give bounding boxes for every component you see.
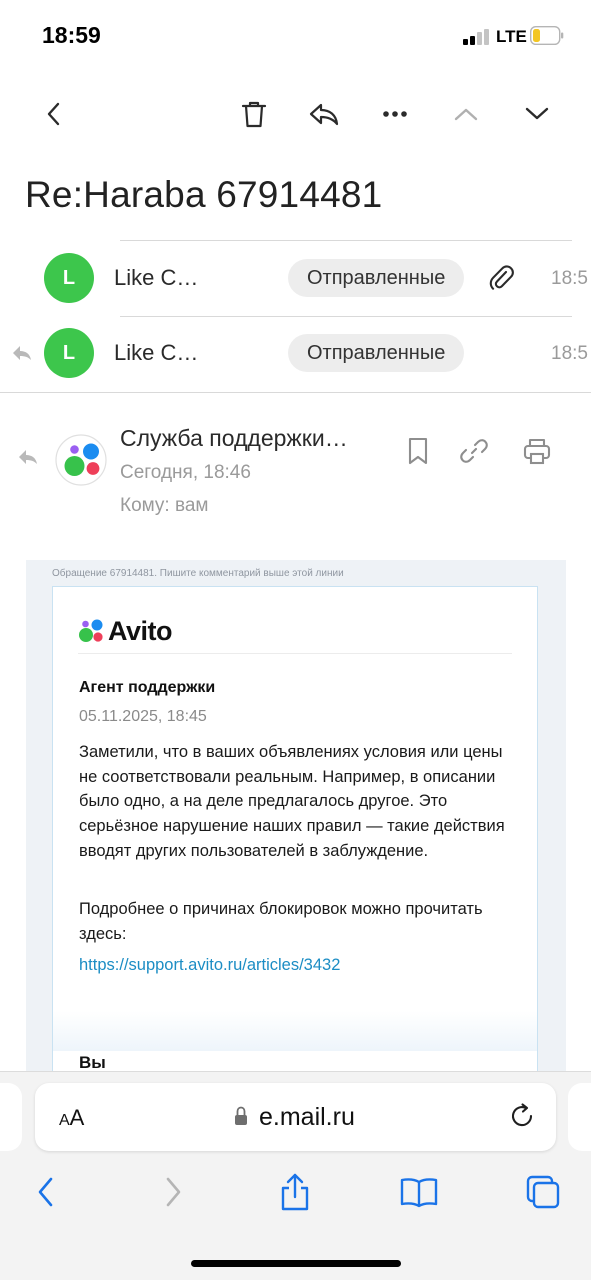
divider [0, 392, 591, 393]
message-paragraph: Заметили, что в ваших объявлениях услови… [79, 743, 505, 860]
chevron-down-icon [525, 107, 549, 120]
folder-badge: Отправленные [288, 334, 465, 372]
link-icon [460, 439, 488, 463]
folder-badge: Отправленные [288, 259, 465, 297]
message-sender[interactable]: Служба поддержки… [120, 425, 348, 452]
network-type: LTE [496, 27, 527, 46]
next-tab-preview[interactable] [568, 1083, 591, 1151]
text-size-button[interactable]: AA [59, 1105, 84, 1131]
email-subject: Re:Haraba 67914481 [25, 174, 383, 215]
agent-message-date: 05.11.2025, 18:45 [79, 708, 207, 725]
battery-icon [530, 26, 564, 45]
print-button[interactable] [521, 435, 553, 467]
chevron-left-icon [47, 102, 60, 126]
delete-button[interactable] [234, 94, 274, 134]
browser-forward-button[interactable] [151, 1170, 195, 1214]
reply-button[interactable] [304, 94, 344, 134]
reply-icon [309, 103, 339, 126]
reload-icon[interactable] [507, 1101, 537, 1131]
next-author-label: Вы [79, 1053, 106, 1072]
thread-item-2[interactable]: L Like C… Отправленные 18:5 [0, 317, 591, 392]
bookmarks-button[interactable] [397, 1170, 441, 1214]
divider [78, 653, 512, 654]
support-message-card: Avito Агент поддержки 05.11.2025, 18:45 … [52, 586, 538, 1080]
thread-time: 18:5 [551, 343, 588, 364]
message-date: Сегодня, 18:46 [120, 462, 251, 483]
message-paragraph: Подробнее о причинах блокировок можно пр… [79, 900, 483, 943]
forward-icon [166, 1177, 181, 1207]
avatar: L [44, 328, 94, 378]
replied-icon [19, 450, 37, 464]
back-icon [38, 1177, 53, 1207]
share-button[interactable] [273, 1170, 317, 1214]
message-body: Обращение 67914481. Пишите комментарий в… [26, 560, 566, 1080]
bookmark-icon [408, 437, 428, 465]
reply-line-hint: Обращение 67914481. Пишите комментарий в… [52, 568, 344, 579]
copy-link-button[interactable] [458, 435, 490, 467]
cellular-signal-icon [463, 29, 489, 45]
sender-avatar [55, 434, 107, 486]
back-button[interactable] [34, 94, 74, 134]
more-dots-icon [383, 111, 407, 117]
paperclip-icon [489, 265, 514, 290]
home-indicator [191, 1260, 401, 1267]
message-recipient[interactable]: Кому: вам [120, 495, 208, 517]
bookmark-button[interactable] [402, 435, 434, 467]
chevron-up-icon [454, 108, 478, 121]
previous-tab-preview[interactable] [0, 1083, 22, 1151]
print-icon [523, 438, 551, 465]
avito-logo-text: Avito [108, 615, 173, 646]
avito-logo: Avito [78, 614, 173, 648]
previous-message-button[interactable] [446, 94, 486, 134]
support-article-link[interactable]: https://support.avito.ru/articles/3432 [79, 956, 340, 975]
avatar: L [44, 253, 94, 303]
next-message-button[interactable] [517, 94, 557, 134]
trash-icon [241, 101, 267, 128]
lock-icon [235, 1106, 247, 1125]
address-bar[interactable]: AA e.mail.ru [35, 1083, 556, 1151]
bookmarks-icon [400, 1178, 438, 1208]
section-separator [53, 1011, 537, 1051]
browser-back-button[interactable] [24, 1170, 68, 1214]
replied-icon [13, 346, 31, 360]
status-time: 18:59 [42, 22, 101, 48]
url-text[interactable]: e.mail.ru [259, 1103, 355, 1132]
thread-item-1[interactable]: L Like C… Отправленные 18:5 [0, 241, 591, 316]
agent-label: Агент поддержки [79, 679, 216, 696]
thread-time: 18:5 [551, 268, 588, 289]
thread-sender: Like C… [114, 265, 199, 290]
more-button[interactable] [375, 94, 415, 134]
tabs-button[interactable] [521, 1170, 565, 1214]
thread-sender: Like C… [114, 340, 199, 365]
avito-logo-icon [79, 619, 103, 642]
share-icon [281, 1173, 309, 1211]
tabs-icon [526, 1175, 560, 1209]
